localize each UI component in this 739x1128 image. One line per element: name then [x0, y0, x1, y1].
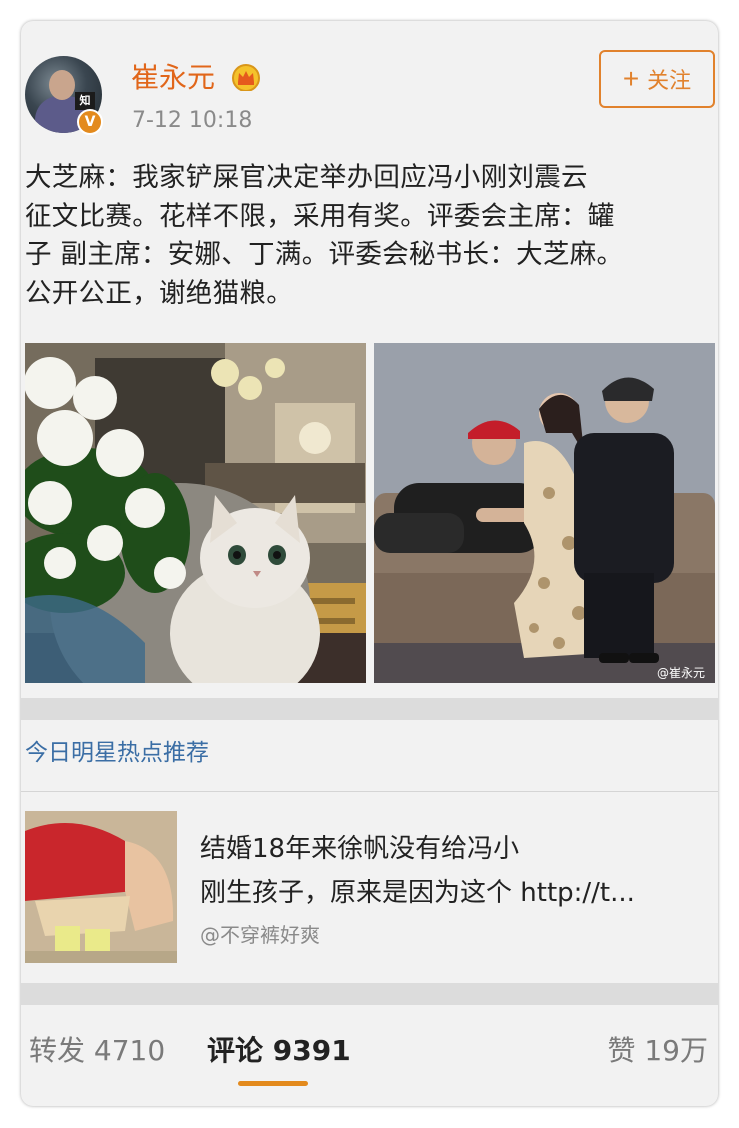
post-text-line: 公开公正，谢绝猫粮。 — [25, 277, 293, 309]
recommendation-thumbnail[interactable] — [25, 811, 177, 963]
recommendation-header[interactable]: 今日明星热点推荐 — [25, 737, 209, 769]
recommendation-title-line: 刚生孩子，原来是因为这个 http://t... — [200, 878, 635, 908]
section-divider — [21, 983, 718, 1005]
people-photo-illustration: @崔永元 — [374, 343, 715, 683]
active-tab-indicator — [238, 1081, 308, 1086]
cartoon-thumbnail-illustration — [25, 811, 177, 963]
avatar-sign-text: 知 — [75, 92, 95, 110]
like-count-button[interactable]: 赞 19万 — [607, 1031, 708, 1071]
recommendation-author[interactable]: @不穿裤好爽 — [200, 921, 320, 949]
cat-photo-illustration — [25, 343, 366, 683]
post-text-line: 子 副主席：安娜、丁满。评委会秘书长：大芝麻。 — [25, 239, 624, 270]
post-text-line: 大芝麻：我家铲屎官决定举办回应冯小刚刘震云 — [25, 162, 588, 193]
recommendation-title-line: 结婚18年来徐帆没有给冯小 — [200, 834, 520, 864]
section-divider — [21, 698, 718, 720]
plus-icon: + — [622, 63, 640, 94]
post-timestamp: 7-12 10:18 — [132, 108, 253, 133]
follow-button[interactable]: + 关注 — [599, 50, 715, 108]
cat-photo[interactable] — [25, 343, 366, 683]
username[interactable]: 崔永元 — [131, 59, 215, 97]
recommendation-title[interactable]: 结婚18年来徐帆没有给冯小 刚生孩子，原来是因为这个 http://t... — [200, 827, 714, 915]
divider — [21, 791, 718, 792]
people-on-sofa-photo[interactable]: @崔永元 — [374, 343, 715, 683]
verified-badge-icon: V — [77, 109, 103, 135]
comment-count-tab[interactable]: 评论 9391 — [207, 1031, 351, 1071]
avatar-face-shape — [49, 70, 75, 100]
post-text-line: 征文比赛。花样不限，采用有奖。评委会主席：罐 — [25, 200, 615, 232]
photo-watermark: @崔永元 — [657, 666, 705, 680]
crown-icon — [232, 64, 260, 91]
forward-count-button[interactable]: 转发 4710 — [29, 1031, 165, 1071]
weibo-post-card: 知 V 崔永元 7-12 10:18 + 关注 大芝麻：我家铲屎官决定举办回应冯… — [21, 21, 718, 1106]
post-text: 大芝麻：我家铲屎官决定举办回应冯小刚刘震云 征文比赛。花样不限，采用有奖。评委会… — [25, 159, 713, 313]
follow-label: 关注 — [647, 68, 692, 93]
